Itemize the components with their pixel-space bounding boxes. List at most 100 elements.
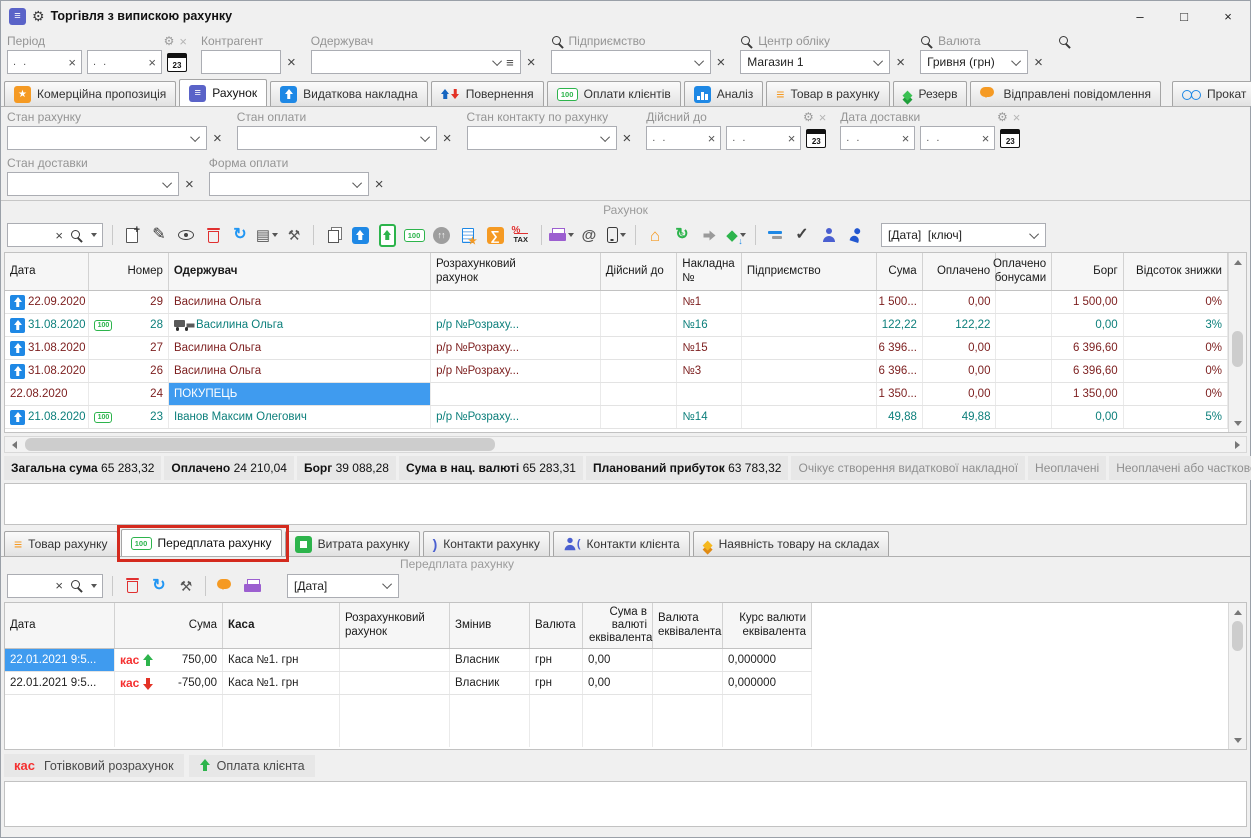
edit-button[interactable]: ✎	[147, 223, 171, 247]
column-header[interactable]: Сума в валюті еквівалента	[583, 603, 653, 648]
column-header[interactable]: Підприємство	[742, 253, 877, 290]
prepay-row[interactable]: 22.01.2021 9:5...кас-750,00Каса №1. грнВ…	[5, 672, 812, 695]
assign-button[interactable]	[763, 223, 787, 247]
clear-date-icon[interactable]: ×	[68, 55, 76, 70]
accounting-center-combo[interactable]: Магазин 1	[740, 50, 890, 74]
reserve-button[interactable]: ◆↓	[724, 223, 748, 247]
prepay-trash-button[interactable]	[120, 574, 144, 598]
column-header[interactable]: Валюта	[530, 603, 583, 648]
invoice-state-combo[interactable]	[7, 126, 207, 150]
currency-refresh-button[interactable]: ↻$	[670, 223, 694, 247]
comment-box[interactable]	[4, 781, 1247, 827]
column-header[interactable]: Розрахунковий рахунок	[431, 253, 601, 290]
currency-clear-icon[interactable]: ×	[1033, 54, 1044, 71]
list-icon[interactable]: ≡	[506, 55, 514, 70]
delivery-state-combo[interactable]	[7, 172, 179, 196]
period-settings-gear-icon[interactable]: ⚙	[164, 34, 175, 48]
prepay-sort-combo[interactable]: [Дата]	[287, 574, 399, 598]
main-tab-8[interactable]: Відправлені повідомлення	[970, 81, 1161, 106]
scroll-up-button[interactable]	[1231, 255, 1245, 269]
invoice-row[interactable]: 22.08.202024ПОКУПЕЦЬ1 350...0,001 350,00…	[5, 383, 1228, 406]
contact-state-combo[interactable]	[467, 126, 617, 150]
column-header[interactable]: Борг	[1052, 253, 1124, 290]
invoice-search-input[interactable]: ×	[7, 223, 103, 247]
payment-state-combo[interactable]	[237, 126, 437, 150]
scroll-up-button[interactable]	[1231, 605, 1245, 619]
main-tab-5[interactable]: Аналіз	[684, 81, 763, 106]
main-tab-9[interactable]: Прокат	[1172, 81, 1251, 106]
email-button[interactable]: @	[577, 223, 601, 247]
clear-date-icon[interactable]: ×	[982, 131, 990, 146]
bottom-tab-2[interactable]: Витрата рахунку	[285, 531, 420, 556]
column-header[interactable]: Розрахунковий рахунок	[340, 603, 450, 648]
scroll-right-button[interactable]	[1230, 438, 1244, 452]
period-from-input[interactable]: . .×	[7, 50, 82, 74]
valid-from-input[interactable]: . .×	[646, 126, 721, 150]
column-header[interactable]: Каса	[223, 603, 340, 648]
invoice-row[interactable]: 31.08.202027Василина Ольгар/р №Розраху..…	[5, 337, 1228, 360]
copy-button[interactable]	[321, 223, 345, 247]
trash-button[interactable]	[201, 223, 225, 247]
column-header[interactable]: Одержувач	[169, 253, 431, 290]
clear-icon[interactable]: ×	[622, 130, 633, 147]
clear-date-icon[interactable]: ×	[708, 131, 716, 146]
receiver-clear-icon[interactable]: ×	[526, 54, 537, 71]
clear-date-icon[interactable]: ×	[788, 131, 796, 146]
valid-until-gear-icon[interactable]: ⚙	[803, 110, 814, 124]
period-clear-icon[interactable]: ×	[179, 34, 187, 49]
invoice-row[interactable]: 21.08.202010023Іванов Максим Олеговичр/р…	[5, 406, 1228, 429]
scroll-thumb[interactable]	[1232, 621, 1243, 651]
column-header[interactable]: Дата	[5, 603, 115, 648]
clear-icon[interactable]: ×	[212, 130, 223, 147]
period-to-input[interactable]: . .×	[87, 50, 162, 74]
minimize-button[interactable]: –	[1118, 1, 1162, 31]
column-header[interactable]: Оплачено	[923, 253, 997, 290]
delivery-from-input[interactable]: . .×	[840, 126, 915, 150]
prepay-chat-button[interactable]	[213, 574, 237, 598]
enterprise-combo[interactable]	[551, 50, 711, 74]
waybill-green-button[interactable]	[375, 223, 399, 247]
column-header[interactable]: Змінив	[450, 603, 530, 648]
wrench-button[interactable]: ⚒	[282, 223, 306, 247]
scroll-left-button[interactable]	[7, 438, 21, 452]
vertical-scrollbar[interactable]	[1228, 253, 1246, 432]
valid-to-input[interactable]: . .×	[726, 126, 801, 150]
dropdown-arrow-icon[interactable]	[568, 233, 574, 237]
payment-form-combo[interactable]	[209, 172, 369, 196]
main-tab-0[interactable]: ★Комерційна пропозиція	[4, 81, 176, 106]
bottom-tab-4[interactable]: (Контакти клієнта	[553, 531, 690, 556]
delivery-date-clear-icon[interactable]: ×	[1013, 110, 1021, 125]
column-header[interactable]: Відсоток знижки	[1124, 253, 1228, 290]
bottom-tab-3[interactable]: )Контакти рахунку	[423, 531, 550, 556]
contragent-input[interactable]	[201, 50, 281, 74]
scroll-down-button[interactable]	[1231, 416, 1245, 430]
report-button[interactable]: ▤	[255, 223, 279, 247]
tax-button[interactable]: %TAX	[510, 223, 534, 247]
dropdown-arrow-icon[interactable]	[272, 233, 278, 237]
scroll-track[interactable]	[1229, 269, 1246, 416]
column-header[interactable]: Дата	[5, 253, 89, 290]
receiver-combo[interactable]: ≡	[311, 50, 521, 74]
main-tab-3[interactable]: Повернення	[431, 81, 544, 106]
calendar-button[interactable]: 23	[1000, 129, 1020, 148]
eye-button[interactable]	[174, 223, 198, 247]
main-tab-6[interactable]: ≡Товар в рахунку	[766, 81, 889, 106]
scroll-track[interactable]	[21, 438, 1230, 451]
valid-until-clear-icon[interactable]: ×	[819, 110, 827, 125]
column-header[interactable]: Оплачено бонусами	[996, 253, 1052, 290]
column-header[interactable]: Сума	[115, 603, 223, 648]
currency-combo[interactable]: Гривня (грн)	[920, 50, 1028, 74]
clear-icon[interactable]: ×	[374, 176, 385, 193]
print-button[interactable]	[549, 223, 574, 247]
dropdown-arrow-icon[interactable]	[91, 233, 97, 237]
phone-button[interactable]	[604, 223, 628, 247]
column-header[interactable]: Курс валюти еквівалента	[723, 603, 812, 648]
enterprise-clear-icon[interactable]: ×	[716, 54, 727, 71]
scroll-track[interactable]	[1229, 619, 1246, 733]
bottom-tab-1[interactable]: 100Передплата рахунку	[121, 529, 282, 556]
home-button[interactable]: ⌂	[643, 223, 667, 247]
runner-button[interactable]	[844, 223, 868, 247]
prepay-search-input[interactable]: ×	[7, 574, 103, 598]
scroll-thumb[interactable]	[25, 438, 495, 451]
clear-icon[interactable]: ×	[442, 130, 453, 147]
